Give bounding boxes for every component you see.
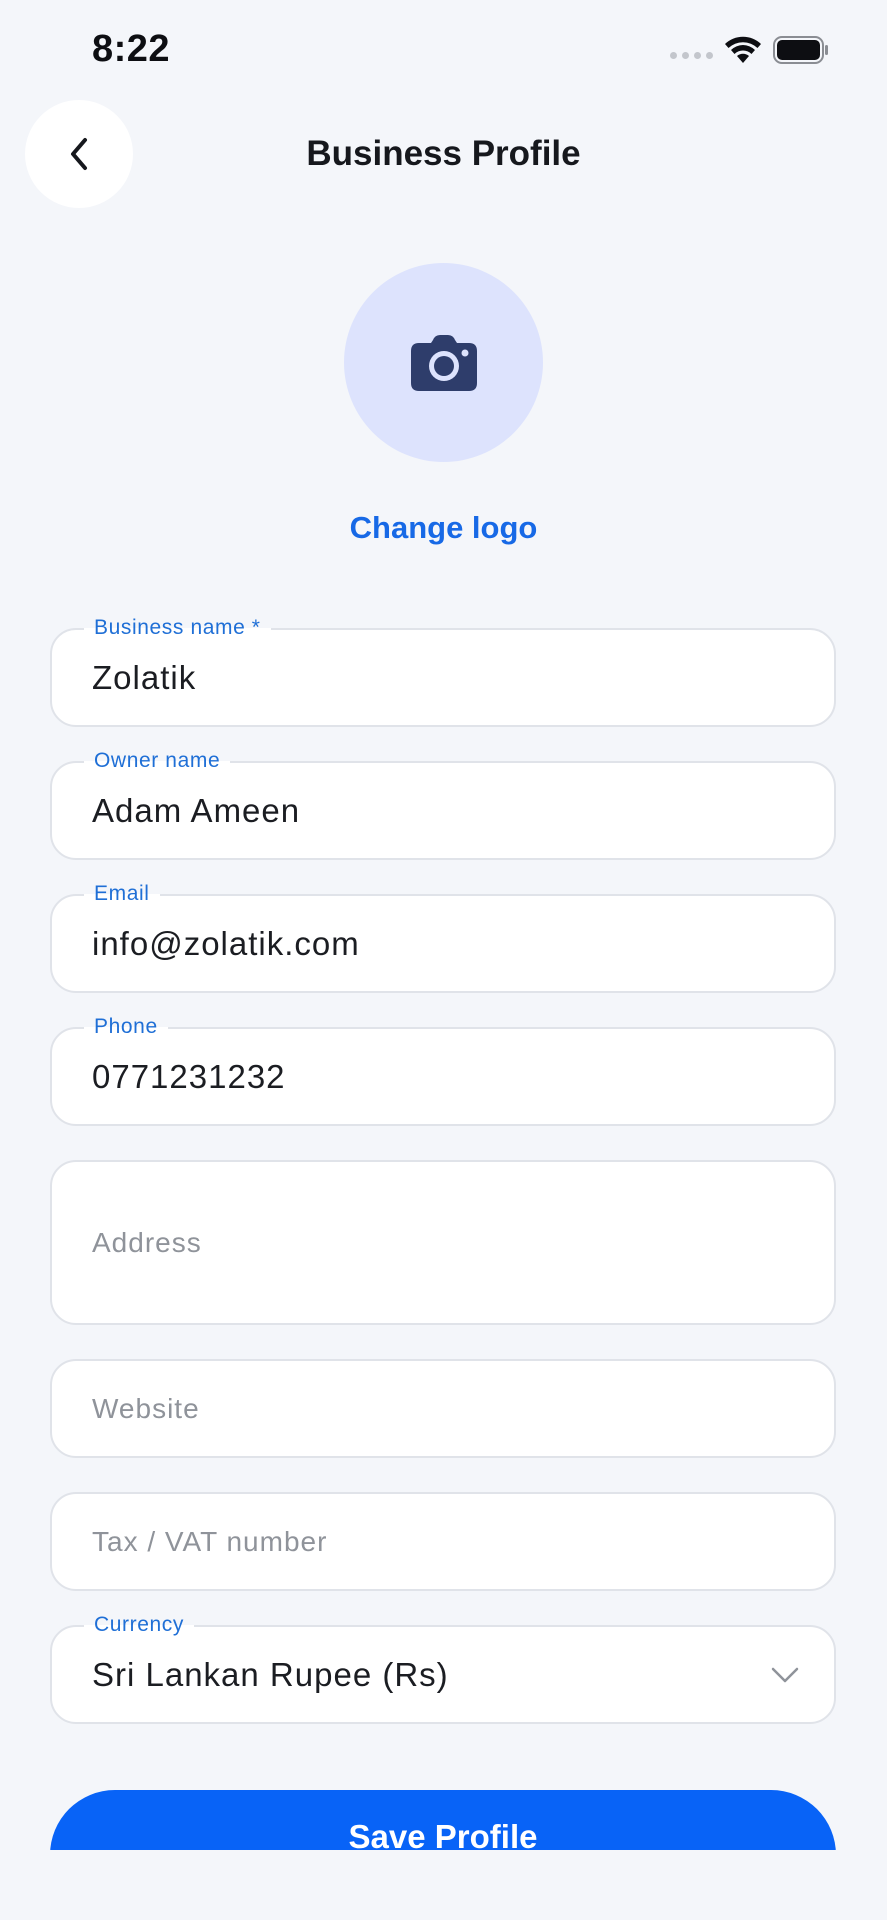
wifi-icon: [725, 36, 761, 63]
owner-name-value: Adam Ameen: [92, 791, 301, 829]
email-field[interactable]: Email info@zolatik.com: [50, 880, 836, 993]
address-placeholder: Address: [92, 1226, 202, 1258]
page-title: Business Profile: [306, 134, 581, 173]
website-field[interactable]: Website: [50, 1359, 836, 1458]
owner-name-label: Owner name: [84, 747, 231, 775]
business-name-field[interactable]: Business name * Zolatik: [50, 614, 836, 727]
tax-vat-placeholder: Tax / VAT number: [92, 1525, 328, 1557]
currency-label: Currency: [84, 1611, 194, 1639]
business-name-value: Zolatik: [92, 658, 197, 696]
tax-vat-field[interactable]: Tax / VAT number: [50, 1492, 836, 1591]
website-placeholder: Website: [92, 1392, 200, 1424]
business-name-label: Business name *: [84, 614, 271, 642]
signal-dots-icon: [670, 52, 713, 59]
owner-name-field[interactable]: Owner name Adam Ameen: [50, 747, 836, 860]
status-bar: 8:22: [0, 0, 887, 100]
phone-value: 0771231232: [92, 1057, 286, 1095]
change-logo-link[interactable]: Change logo: [0, 510, 887, 546]
phone-label: Phone: [84, 1013, 168, 1041]
status-time: 8:22: [92, 28, 171, 70]
address-field[interactable]: Address: [50, 1160, 836, 1325]
top-bar: Business Profile: [0, 100, 887, 210]
currency-select[interactable]: Currency Sri Lankan Rupee (Rs): [50, 1611, 836, 1724]
currency-value: Sri Lankan Rupee (Rs): [92, 1655, 449, 1693]
camera-icon: [410, 334, 477, 391]
phone-field[interactable]: Phone 0771231232: [50, 1013, 836, 1126]
bottom-safe-area: [0, 1850, 887, 1920]
logo-picker[interactable]: [344, 263, 543, 462]
email-value: info@zolatik.com: [92, 924, 360, 962]
chevron-down-icon: [771, 1667, 799, 1682]
battery-icon: [773, 36, 828, 64]
email-label: Email: [84, 880, 160, 908]
